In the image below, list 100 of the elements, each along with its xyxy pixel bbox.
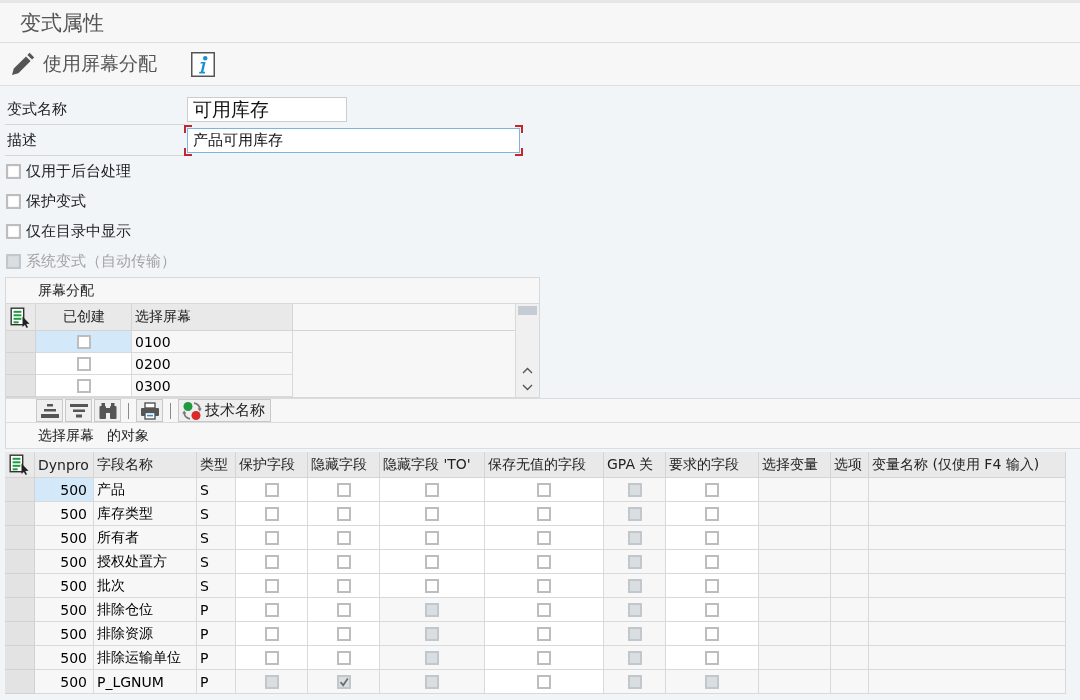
column-header[interactable]: 要求的字段 (666, 452, 759, 478)
checkbox[interactable] (336, 530, 351, 545)
checkbox[interactable] (76, 334, 91, 349)
column-header[interactable]: 隐藏字段 'TO' (380, 452, 485, 478)
checkbox[interactable] (537, 626, 551, 641)
table-cell: 500 (35, 526, 94, 550)
checkbox[interactable] (336, 650, 351, 665)
checkbox[interactable] (537, 602, 551, 617)
row-selector[interactable] (5, 670, 35, 694)
checkbox[interactable] (705, 482, 719, 497)
input-field[interactable]: 产品可用库存 (184, 125, 523, 156)
checkbox[interactable] (6, 193, 21, 209)
row-selector[interactable] (5, 622, 35, 646)
find-button[interactable] (94, 399, 121, 422)
row-selector[interactable] (5, 502, 35, 526)
checkbox[interactable] (336, 482, 351, 497)
checkbox[interactable] (336, 602, 351, 617)
checkbox[interactable] (336, 578, 351, 593)
column-header[interactable]: GPA 关 (604, 452, 666, 478)
technical-name-button[interactable]: 技术名称 (178, 399, 271, 422)
checkbox[interactable] (76, 378, 91, 393)
column-header[interactable]: 选择屏幕 (132, 304, 293, 331)
checkbox[interactable] (537, 530, 551, 545)
checkbox[interactable] (264, 530, 279, 545)
checkbox[interactable] (425, 530, 439, 545)
column-header[interactable]: 类型 (197, 452, 236, 478)
checkbox[interactable] (6, 163, 21, 179)
checkbox[interactable] (336, 626, 351, 641)
column-header[interactable]: 隐藏字段 (308, 452, 380, 478)
info-icon (191, 51, 215, 77)
table-pointer-icon[interactable] (9, 454, 30, 475)
print-button[interactable] (136, 399, 163, 422)
table-cell: S (197, 574, 236, 598)
column-header[interactable]: 保存无值的字段 (485, 452, 604, 478)
checkbox[interactable] (537, 506, 551, 521)
table-cell: 500 (35, 598, 94, 622)
binoculars-icon (97, 401, 118, 420)
checkbox[interactable] (705, 530, 719, 545)
checkbox[interactable] (264, 554, 279, 569)
table-cell: P (197, 670, 236, 694)
row-selector[interactable] (5, 598, 35, 622)
checkbox[interactable] (425, 506, 439, 521)
checkbox[interactable] (264, 578, 279, 593)
table-cell: 批次 (94, 574, 197, 598)
column-header[interactable]: Dynpro (35, 452, 94, 478)
checkbox[interactable] (6, 223, 21, 239)
checkbox[interactable] (705, 554, 719, 569)
checkbox[interactable] (425, 554, 439, 569)
sort-button[interactable] (36, 399, 63, 422)
scrollbar-thumb[interactable] (518, 306, 537, 315)
info-button[interactable] (191, 51, 215, 77)
checkbox[interactable] (537, 674, 551, 689)
checkbox[interactable] (264, 482, 279, 497)
checkbox[interactable] (705, 626, 719, 641)
table-cell: 0100 (132, 331, 293, 353)
column-header[interactable]: 已创建 (36, 304, 132, 331)
printer-icon (139, 401, 160, 420)
column-header[interactable]: 保护字段 (236, 452, 308, 478)
checkbox-label[interactable]: 仅在目录中显示 (26, 221, 131, 241)
row-selector[interactable] (5, 574, 35, 598)
chevron-down-icon[interactable] (522, 384, 533, 391)
checkbox[interactable] (425, 482, 439, 497)
table-cell: 0300 (132, 375, 293, 397)
checkbox-label[interactable]: 仅用于后台处理 (26, 161, 131, 181)
checkbox[interactable] (537, 578, 551, 593)
checkbox[interactable] (705, 578, 719, 593)
table-cell: 500 (35, 670, 94, 694)
checkbox[interactable] (537, 650, 551, 665)
checkbox[interactable] (264, 626, 279, 641)
checkbox[interactable] (537, 554, 551, 569)
table-cell (831, 502, 869, 526)
checkbox[interactable] (76, 356, 91, 371)
column-header[interactable]: 选项 (831, 452, 869, 478)
checkbox[interactable] (336, 506, 351, 521)
checkbox-label[interactable]: 保护变式 (26, 191, 86, 211)
table-pointer-icon[interactable] (10, 306, 31, 328)
scrollbar[interactable] (516, 304, 539, 397)
toolbar-button[interactable]: 使用屏幕分配 (11, 51, 157, 77)
checkbox[interactable] (264, 506, 279, 521)
column-header[interactable]: 字段名称 (94, 452, 197, 478)
chevron-up-icon[interactable] (522, 367, 533, 374)
checkbox[interactable] (705, 602, 719, 617)
row-selector[interactable] (6, 353, 36, 375)
checkbox[interactable] (264, 602, 279, 617)
column-header[interactable]: 选择变量 (759, 452, 831, 478)
row-selector[interactable] (5, 526, 35, 550)
table-cell: P (197, 622, 236, 646)
row-selector[interactable] (5, 550, 35, 574)
checkbox[interactable] (537, 482, 551, 497)
column-header[interactable]: 变量名称 (仅使用 F4 输入) (869, 452, 1066, 478)
row-selector[interactable] (5, 646, 35, 670)
checkbox[interactable] (705, 506, 719, 521)
checkbox[interactable] (336, 554, 351, 569)
panel-title: 屏幕分配 (38, 281, 94, 300)
filter-button[interactable] (65, 399, 92, 422)
checkbox[interactable] (705, 650, 719, 665)
checkbox[interactable] (264, 650, 279, 665)
table-cell: P_LGNUM (94, 670, 197, 694)
checkbox[interactable] (425, 578, 439, 593)
input-field[interactable]: 可用库存 (184, 94, 350, 125)
